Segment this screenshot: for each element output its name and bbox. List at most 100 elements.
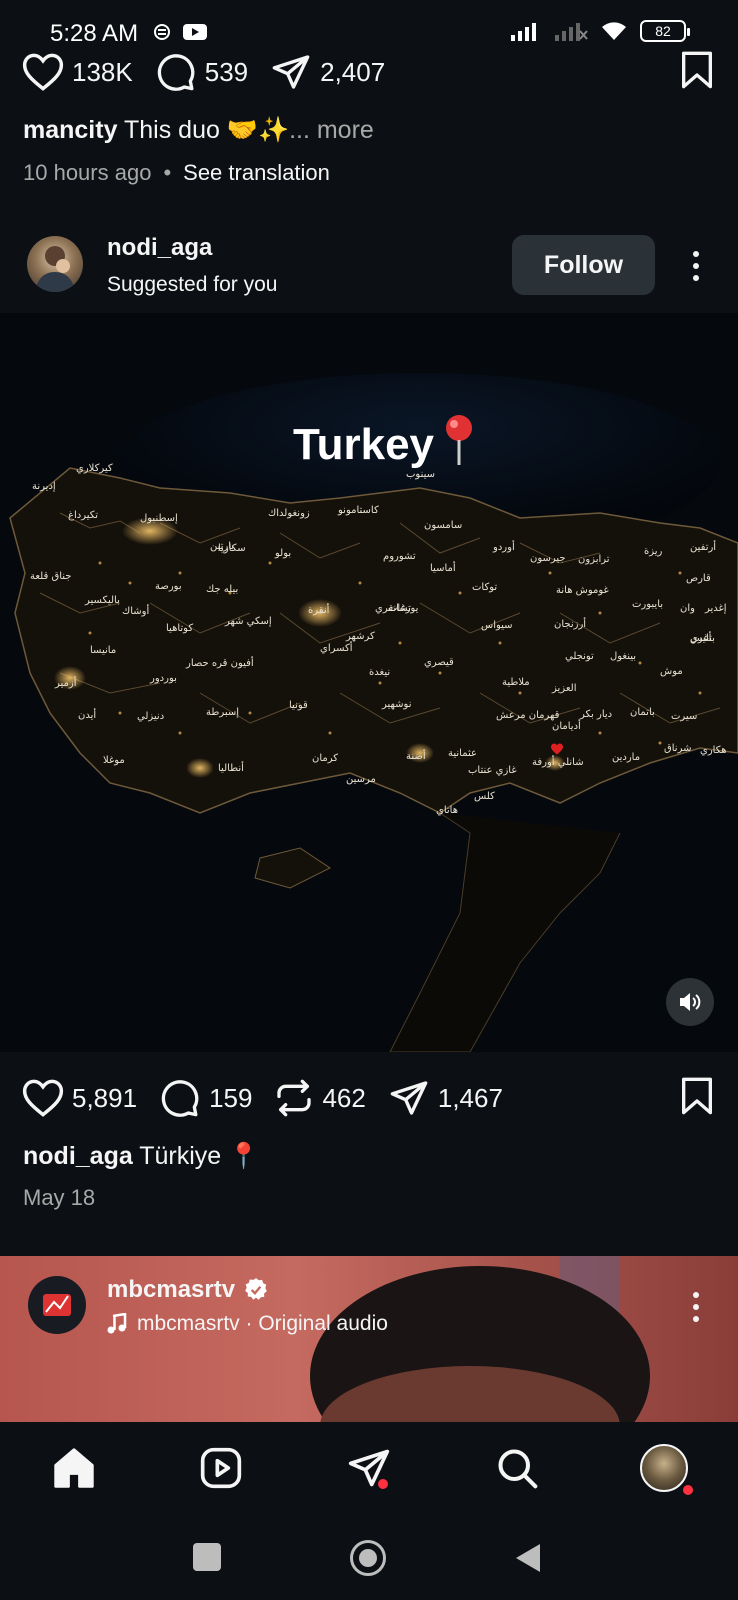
city-label: كرشهر <box>346 631 375 642</box>
like-button[interactable]: 138K <box>22 52 133 92</box>
heart-icon <box>22 53 64 91</box>
more-link[interactable]: ... more <box>289 116 374 144</box>
city-label: كاستامونو <box>338 505 379 516</box>
repost-button[interactable]: 462 <box>274 1078 366 1118</box>
like-button[interactable]: 5,891 <box>22 1078 137 1118</box>
post-date: May 18 <box>23 1185 96 1210</box>
city-label: إديرنة <box>32 481 56 492</box>
comment-icon <box>157 54 195 91</box>
city-label: كيركلاري <box>76 463 113 474</box>
avatar[interactable] <box>28 1276 86 1334</box>
city-label: تونجلي <box>565 651 594 662</box>
city-label: أنطاليا <box>218 763 244 774</box>
save-button[interactable] <box>678 1076 716 1121</box>
see-translation-link[interactable]: See translation <box>183 160 330 185</box>
post-caption: mancity This duo 🤝✨... more <box>23 116 374 145</box>
city-label: غازي عنتاب <box>468 765 517 776</box>
caption-username[interactable]: nodi_aga <box>23 1142 133 1170</box>
nav-profile[interactable] <box>629 1433 699 1503</box>
next-post[interactable]: mbcmasrtv mbcmasrtv · Original audio <box>0 1256 738 1422</box>
city-label: موغلا <box>103 755 125 766</box>
follow-button[interactable]: Follow <box>512 235 655 295</box>
city-label: بايبورت <box>632 599 664 610</box>
post-image[interactable]: Turkey كيركلاري إديرنة تكيرداغ إسطنبول ز… <box>0 313 738 1052</box>
city-label: أغري <box>690 633 712 644</box>
send-icon <box>272 55 310 89</box>
nav-home[interactable] <box>39 1433 109 1503</box>
share-button[interactable]: 2,407 <box>270 52 385 92</box>
post-username[interactable]: nodi_aga <box>107 234 212 262</box>
city-label: بورصة <box>155 581 182 592</box>
city-label: إسبرطة <box>206 707 240 718</box>
battery-icon: 82 <box>640 20 690 42</box>
city-label: بولو <box>275 548 292 559</box>
system-navigation <box>0 1514 738 1600</box>
comment-icon <box>161 1080 199 1117</box>
avatar-photo <box>35 246 75 292</box>
status-bar: 5:28 AM 82 <box>0 0 738 56</box>
comment-count: 159 <box>209 1082 253 1113</box>
notification-dot <box>377 1479 388 1489</box>
caption-text: Türkiye 📍 <box>139 1142 260 1170</box>
city-label: إسطنبول <box>140 513 178 524</box>
notification-icon <box>154 24 170 40</box>
city-label: سامسون <box>424 520 463 531</box>
music-note-icon <box>107 1313 127 1334</box>
mbc-logo <box>43 1294 71 1316</box>
city-label: ترابزون <box>578 554 610 565</box>
reels-icon <box>201 1447 242 1489</box>
city-label: باتمان <box>630 707 655 718</box>
city-label: أزمير <box>55 678 77 689</box>
city-label: توكات <box>472 582 498 593</box>
city-label: إسكي شهر <box>225 616 272 627</box>
verified-badge-icon <box>245 1278 267 1300</box>
more-options-button[interactable] <box>690 251 702 281</box>
city-label: سينوب <box>406 469 435 480</box>
city-label: تكيرداغ <box>68 510 99 521</box>
comment-button[interactable]: 539 <box>155 52 248 92</box>
nav-reels[interactable] <box>186 1433 256 1503</box>
city-label: ملاطية <box>502 677 530 688</box>
comment-button[interactable]: 159 <box>159 1078 252 1118</box>
home-icon <box>54 1448 94 1488</box>
profile-avatar <box>640 1444 689 1492</box>
city-label: أيدن <box>78 710 97 721</box>
share-count: 2,407 <box>320 56 386 87</box>
nav-direct[interactable] <box>334 1433 404 1503</box>
post-actions: 138K 539 2,407 <box>22 50 716 94</box>
home-button[interactable] <box>350 1540 386 1576</box>
like-count: 138K <box>72 56 133 87</box>
share-button[interactable]: 1,467 <box>388 1078 503 1118</box>
caption-username[interactable]: mancity <box>23 116 117 144</box>
signal-icon <box>511 23 536 41</box>
city-label: أرزنجان <box>554 619 587 630</box>
city-label: مرسين <box>346 774 376 785</box>
city-label: إغدير <box>705 603 727 614</box>
nav-search[interactable] <box>482 1433 552 1503</box>
more-options-button[interactable] <box>690 1292 702 1322</box>
city-label: دنيزلي <box>137 711 165 722</box>
city-label: قهرمان مرعش <box>496 710 560 721</box>
city-label: غوموش هانة <box>556 585 609 596</box>
save-button[interactable] <box>678 50 716 95</box>
city-label: جيرسون <box>530 553 566 564</box>
mute-button[interactable] <box>666 978 714 1026</box>
post-actions: 5,891 159 462 1,467 <box>22 1075 716 1121</box>
city-label: كوتاهيا <box>166 623 194 634</box>
post-time: 10 hours ago <box>23 160 152 185</box>
speaker-icon <box>680 993 701 1011</box>
audio-info[interactable]: mbcmasrtv · Original audio <box>107 1312 388 1336</box>
city-label: وان <box>680 603 695 614</box>
city-label: زونغولداك <box>268 508 310 519</box>
avatar[interactable] <box>27 236 83 292</box>
post-caption: nodi_aga Türkiye 📍 <box>23 1142 259 1171</box>
city-label: أنقرة <box>308 605 330 616</box>
city-label: أضنة <box>406 751 426 762</box>
post-username[interactable]: mbcmasrtv <box>107 1276 269 1304</box>
recents-button[interactable] <box>193 1543 221 1571</box>
send-icon <box>390 1081 428 1115</box>
city-label: ديار بكر <box>580 709 613 720</box>
city-label: قارص <box>686 573 711 584</box>
city-label: نوشهير <box>382 699 412 710</box>
back-button[interactable] <box>514 1542 542 1574</box>
